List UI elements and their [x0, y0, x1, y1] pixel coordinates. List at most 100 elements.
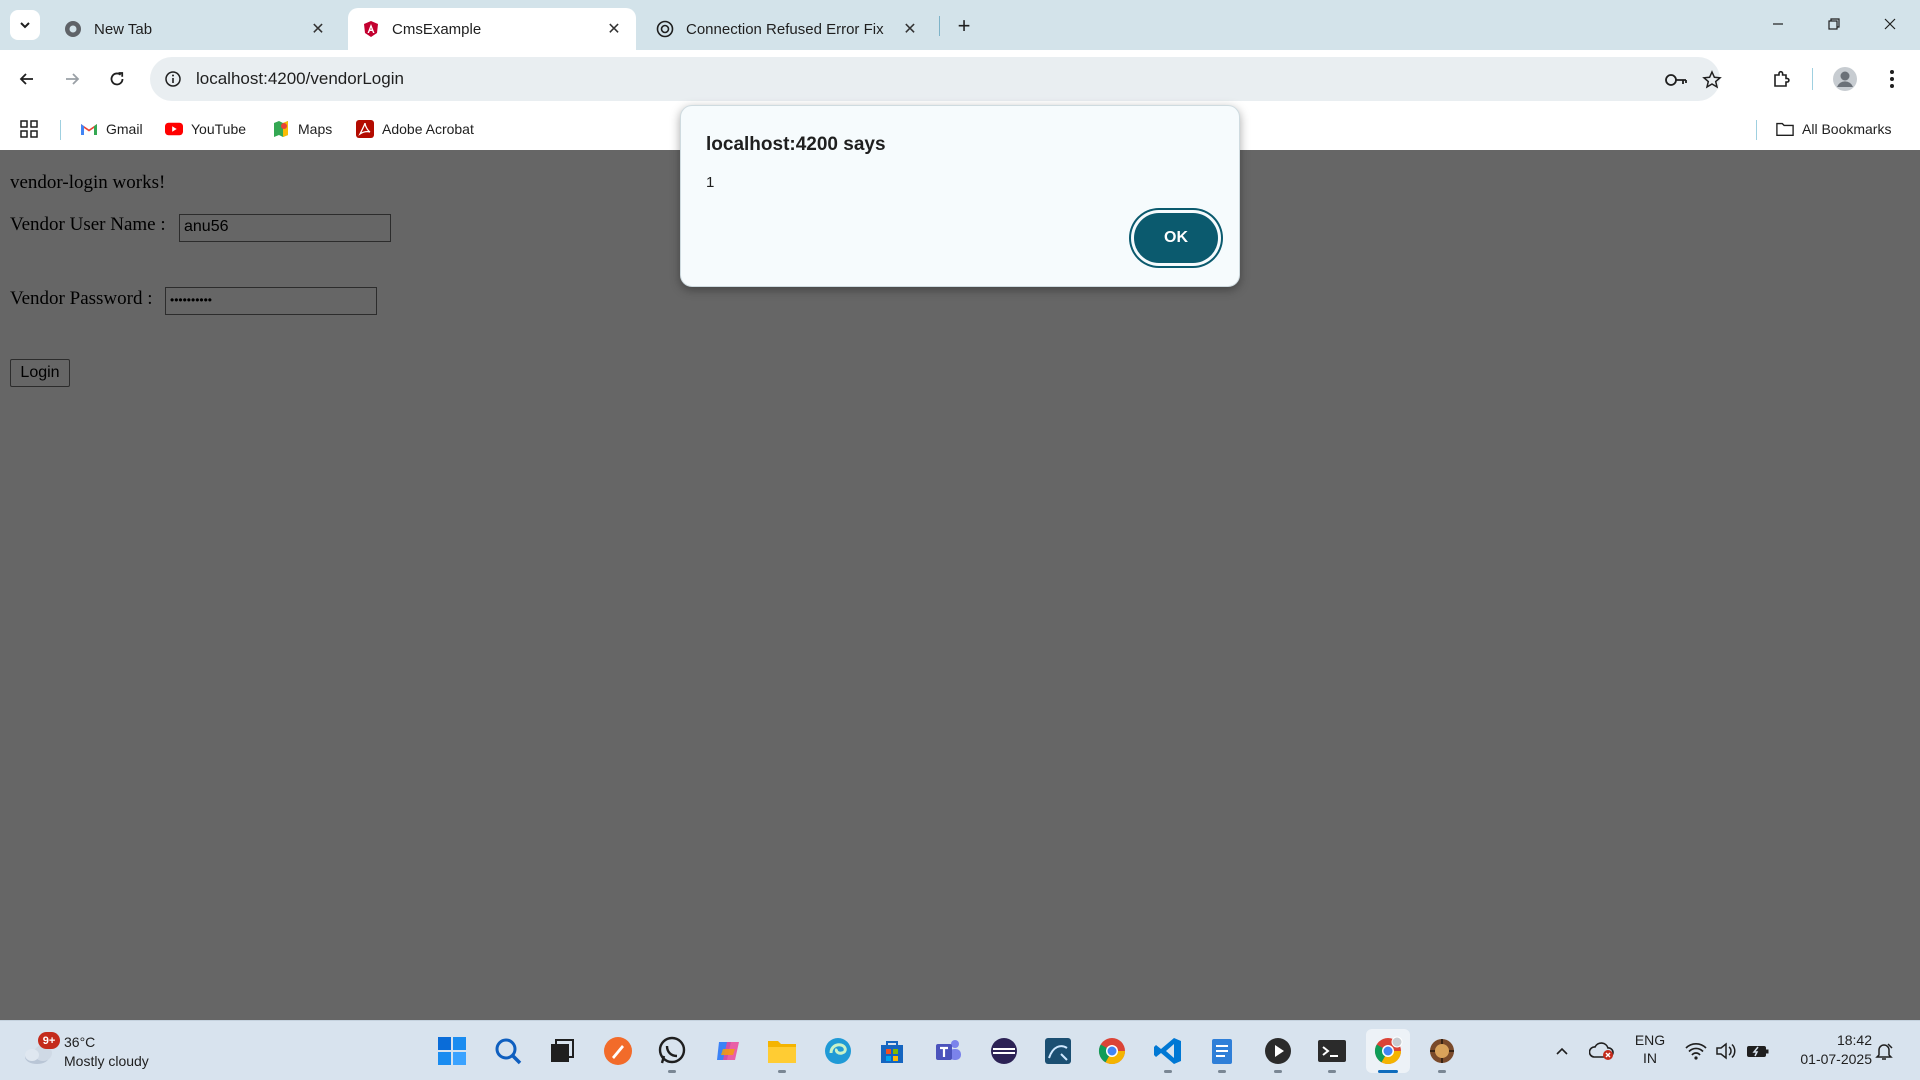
all-bookmarks-button[interactable]: All Bookmarks	[1776, 116, 1891, 142]
weather-alert-badge: 9+	[38, 1032, 60, 1049]
bookmark-star-icon[interactable]	[1699, 67, 1725, 93]
start-button[interactable]	[430, 1029, 474, 1073]
bookmark-gmail[interactable]: Gmail	[80, 116, 143, 142]
close-window-button[interactable]	[1862, 0, 1918, 48]
maps-icon	[272, 120, 290, 138]
ok-button[interactable]: OK	[1134, 213, 1218, 263]
address-bar[interactable]: localhost:4200/vendorLogin	[150, 57, 1722, 101]
taskbar-app-store[interactable]	[870, 1029, 914, 1073]
battery-status[interactable]	[1744, 1035, 1772, 1067]
acrobat-icon	[356, 120, 374, 138]
tab-title: CmsExample	[392, 20, 482, 38]
pen-app-icon	[604, 1037, 632, 1065]
login-button[interactable]: Login	[10, 359, 70, 387]
password-input[interactable]: ••••••••••	[165, 287, 377, 315]
puzzle-icon	[1774, 70, 1790, 87]
wifi-icon	[1685, 1042, 1707, 1060]
tab-search-button[interactable]	[10, 10, 40, 40]
edge-icon	[825, 1038, 851, 1064]
bookmark-label: YouTube	[191, 121, 247, 137]
wifi-status[interactable]	[1682, 1035, 1710, 1067]
taskbar-app-whatsapp[interactable]	[650, 1029, 694, 1073]
password-label: Vendor Password :	[10, 288, 153, 309]
tab-new-tab[interactable]: New Tab ✕	[50, 8, 340, 50]
taskbar-app-game[interactable]	[1420, 1029, 1464, 1073]
weather-widget[interactable]: 9+ 36°C Mostly cloudy	[20, 1027, 170, 1075]
taskbar-app-mysql-workbench[interactable]	[1036, 1029, 1080, 1073]
taskbar-app-chrome[interactable]	[1090, 1029, 1134, 1073]
forward-arrow-icon	[66, 73, 80, 85]
taskbar-app-pen[interactable]	[596, 1029, 640, 1073]
avatar-icon	[1833, 67, 1857, 91]
bookmark-adobe-acrobat[interactable]: Adobe Acrobat	[356, 116, 474, 142]
taskbar-app-file-explorer[interactable]	[760, 1029, 804, 1073]
taskbar-app-edge[interactable]	[816, 1029, 860, 1073]
more-vert-icon	[1890, 70, 1894, 88]
new-tab-button[interactable]: +	[950, 12, 978, 40]
running-indicator	[1274, 1070, 1282, 1073]
minimize-button[interactable]	[1750, 0, 1806, 48]
chrome-icon	[64, 20, 82, 38]
close-tab-icon[interactable]: ✕	[602, 17, 626, 41]
tab-strip: New Tab ✕ CmsExample ✕ Connection Refuse…	[0, 0, 1920, 50]
copilot-icon	[717, 1042, 739, 1060]
weather-temperature: 36°C	[64, 1034, 96, 1050]
notepad-icon	[1212, 1039, 1232, 1064]
taskbar-app-media-player[interactable]	[1256, 1029, 1300, 1073]
weather-condition: Mostly cloudy	[64, 1053, 149, 1069]
terminal-icon	[1318, 1040, 1346, 1062]
tab-title: New Tab	[94, 20, 153, 38]
taskbar-app-vscode[interactable]	[1146, 1029, 1190, 1073]
show-hidden-icons[interactable]	[1548, 1035, 1576, 1067]
taskbar-app-terminal[interactable]	[1310, 1029, 1354, 1073]
notification-bell-icon	[1875, 1043, 1893, 1060]
tab-cmsexample[interactable]: CmsExample ✕	[348, 8, 636, 50]
notifications-button[interactable]	[1870, 1035, 1898, 1067]
gmail-icon	[80, 120, 98, 138]
chrome-icon	[1374, 1036, 1403, 1065]
reload-button[interactable]	[100, 62, 134, 96]
bookmark-separator	[1756, 120, 1757, 140]
bookmark-label: Adobe Acrobat	[382, 121, 474, 137]
username-input[interactable]: anu56	[179, 214, 391, 242]
running-indicator	[1218, 1070, 1226, 1073]
windows-logo-icon	[438, 1037, 466, 1065]
taskbar-app-eclipse[interactable]	[982, 1029, 1026, 1073]
toolbar-divider	[1812, 68, 1813, 90]
taskbar-app-notepad[interactable]	[1200, 1029, 1244, 1073]
page-heading: vendor-login works!	[10, 172, 166, 193]
back-button[interactable]	[10, 62, 44, 96]
profile-avatar[interactable]	[1828, 62, 1862, 96]
taskbar-search[interactable]	[486, 1029, 530, 1073]
volume-status[interactable]	[1712, 1035, 1740, 1067]
folder-icon	[768, 1041, 796, 1063]
chrome-menu-button[interactable]	[1875, 62, 1909, 96]
tab-connection-refused[interactable]: Connection Refused Error Fix ✕	[642, 8, 932, 50]
bookmark-label: Maps	[298, 121, 333, 137]
apps-button[interactable]	[20, 116, 46, 142]
bookmark-youtube[interactable]: YouTube	[165, 116, 246, 142]
system-clock[interactable]: 18:42 01-07-2025	[1776, 1031, 1872, 1069]
taskbar-app-copilot[interactable]	[706, 1029, 750, 1073]
game-icon	[1430, 1039, 1454, 1063]
restore-button[interactable]	[1806, 0, 1862, 48]
extensions-button[interactable]	[1764, 62, 1798, 96]
tab-separator	[939, 16, 940, 36]
site-info-icon[interactable]	[160, 66, 186, 92]
chatgpt-icon	[656, 20, 674, 38]
bookmark-maps[interactable]: Maps	[272, 116, 332, 142]
close-tab-icon[interactable]: ✕	[306, 17, 330, 41]
youtube-icon	[165, 120, 183, 138]
close-tab-icon[interactable]: ✕	[898, 17, 922, 41]
task-view[interactable]	[540, 1029, 584, 1073]
bookmark-separator	[60, 120, 61, 140]
onedrive-status[interactable]	[1588, 1035, 1616, 1067]
language-code: ENG	[1634, 1032, 1666, 1048]
input-language-indicator[interactable]: ENG IN	[1630, 1031, 1670, 1067]
taskbar-app-teams[interactable]	[926, 1029, 970, 1073]
password-key-icon[interactable]	[1663, 67, 1689, 93]
running-indicator	[1328, 1070, 1336, 1073]
taskbar-app-chrome-active[interactable]	[1366, 1029, 1410, 1073]
url-text[interactable]: localhost:4200/vendorLogin	[196, 69, 404, 89]
forward-button[interactable]	[55, 62, 89, 96]
